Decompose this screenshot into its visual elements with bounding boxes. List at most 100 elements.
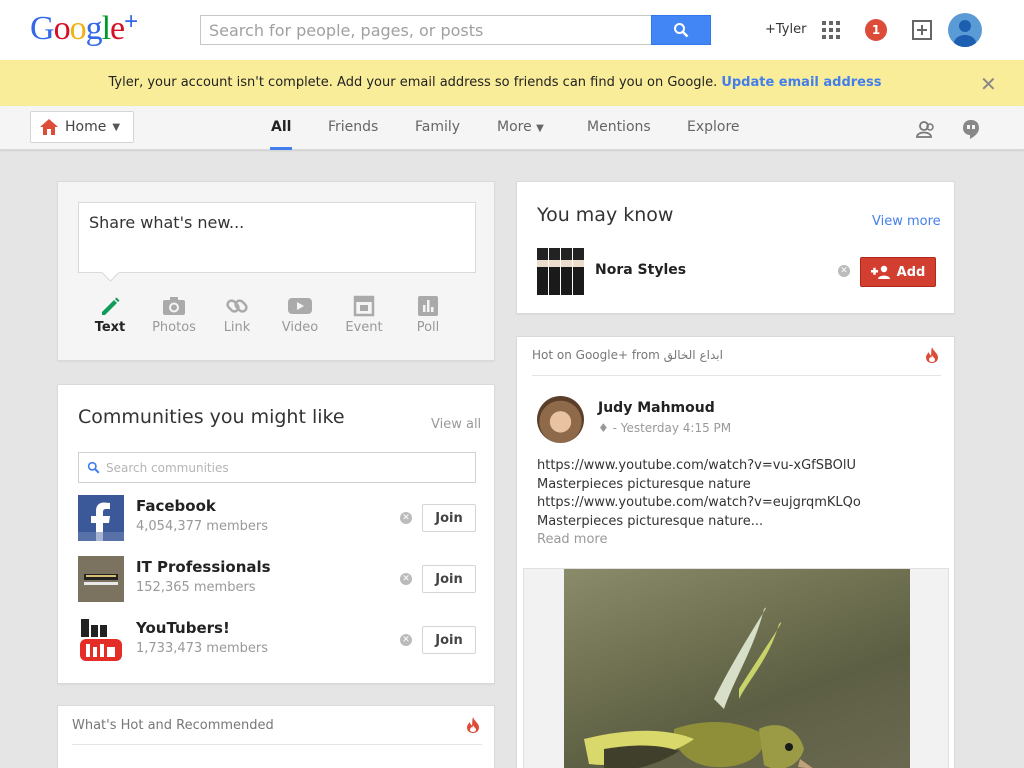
hot-post-card: Hot on Google+ from ابداع الخالق Judy Ma… — [516, 336, 955, 768]
dismiss-icon[interactable]: ✕ — [400, 512, 412, 524]
share-video-label: Video — [281, 320, 319, 335]
community-name[interactable]: IT Professionals — [136, 558, 271, 576]
read-more-link[interactable]: Read more — [537, 532, 607, 547]
post-text: Masterpieces picturesque nature... — [537, 513, 764, 529]
communities-card: Communities you might like View all Face… — [57, 384, 495, 684]
share-photos-label: Photos — [152, 320, 196, 335]
communities-search[interactable] — [78, 452, 476, 483]
search-button[interactable] — [651, 15, 711, 45]
add-label: Add — [896, 264, 926, 280]
close-icon[interactable]: ✕ — [980, 72, 997, 96]
tab-more-label: More — [497, 119, 532, 135]
post-media[interactable] — [523, 568, 949, 768]
share-photos-button[interactable]: Photos — [146, 292, 202, 335]
dismiss-icon[interactable]: ✕ — [400, 573, 412, 585]
people-circles-icon[interactable] — [915, 118, 937, 140]
community-members: 152,365 members — [136, 580, 256, 595]
share-poll-button[interactable]: Poll — [400, 292, 456, 335]
tab-friends[interactable]: Friends — [328, 119, 378, 135]
camera-icon — [163, 297, 185, 315]
share-text-button[interactable]: Text — [82, 292, 138, 335]
bird-photo[interactable] — [564, 569, 910, 768]
chevron-down-icon: ▼ — [536, 123, 544, 134]
community-members: 1,733,473 members — [136, 641, 268, 656]
post-body: https://www.youtube.com/watch?v=vu-xGfSB… — [537, 457, 937, 531]
add-person-icon — [870, 265, 890, 279]
search-icon — [87, 461, 100, 474]
dismiss-icon[interactable]: ✕ — [838, 265, 850, 277]
share-input[interactable]: Share what's new... — [78, 202, 476, 273]
whats-hot-card: What's Hot and Recommended — [57, 705, 495, 768]
search-icon — [674, 23, 689, 38]
share-link-button[interactable]: Link — [209, 292, 265, 335]
join-button[interactable]: Join — [422, 565, 476, 593]
account-avatar[interactable] — [948, 13, 982, 47]
google-plus-logo[interactable]: Google+ — [30, 8, 138, 48]
join-button[interactable]: Join — [422, 504, 476, 532]
community-members: 4,054,377 members — [136, 519, 268, 534]
tab-family[interactable]: Family — [415, 119, 460, 135]
share-text-label: Text — [94, 320, 126, 335]
community-name[interactable]: YouTubers! — [136, 619, 230, 637]
home-icon — [40, 119, 58, 135]
chevron-down-icon: ▼ — [112, 121, 121, 133]
post-text: Masterpieces picturesque nature — [537, 476, 751, 492]
communities-title: Communities you might like — [78, 406, 345, 428]
share-poll-label: Poll — [416, 320, 440, 335]
hot-on-label: Hot on Google+ from ابداع الخالق — [532, 348, 723, 362]
stream-nav-bar: Home ▼ All Friends Family More ▼ Mention… — [0, 106, 1024, 150]
dismiss-icon[interactable]: ✕ — [400, 634, 412, 646]
you-may-know-card: You may know View more Nora Styles ✕ Add — [516, 181, 955, 314]
it-professionals-logo[interactable] — [78, 556, 124, 602]
share-box-card: Share what's new... Text Photos Link Vid… — [57, 181, 495, 361]
poll-icon — [418, 296, 438, 316]
share-video-button[interactable]: Video — [272, 292, 328, 335]
view-more-link[interactable]: View more — [872, 214, 941, 229]
account-incomplete-banner: Tyler, your account isn't complete. Add … — [0, 60, 1024, 106]
person-name[interactable]: Nora Styles — [595, 262, 686, 278]
search-input[interactable] — [201, 16, 651, 44]
post-timestamp[interactable]: ♦ - Yesterday 4:15 PM — [598, 421, 731, 435]
share-plus-icon[interactable] — [911, 19, 933, 41]
share-link-label: Link — [223, 320, 251, 335]
search-box[interactable] — [200, 15, 652, 45]
tab-more[interactable]: More ▼ — [497, 119, 544, 135]
apps-grid-icon[interactable] — [821, 20, 841, 40]
post-author[interactable]: Judy Mahmoud — [598, 400, 715, 416]
post-link[interactable]: https://www.youtube.com/watch?v=vu-xGfSB… — [537, 457, 937, 476]
list-item: Facebook 4,054,377 members ✕ Join — [78, 495, 476, 543]
tab-all[interactable]: All — [271, 119, 291, 135]
list-item: IT Professionals 152,365 members ✕ Join — [78, 556, 476, 604]
person-photo[interactable] — [537, 248, 584, 295]
author-avatar[interactable] — [537, 396, 584, 443]
calendar-icon — [353, 295, 375, 317]
tab-explore[interactable]: Explore — [687, 119, 740, 135]
hangouts-icon[interactable] — [960, 118, 982, 140]
top-bar: Google+ +Tyler 1 — [0, 0, 1024, 60]
view-all-link[interactable]: View all — [431, 417, 481, 432]
youtube-logo[interactable] — [78, 617, 124, 663]
share-event-label: Event — [345, 320, 383, 335]
add-person-button[interactable]: Add — [860, 257, 936, 287]
banner-message: Tyler, your account isn't complete. Add … — [108, 75, 718, 90]
flame-icon — [926, 347, 938, 363]
divider — [532, 375, 941, 376]
whats-hot-title: What's Hot and Recommended — [72, 718, 274, 733]
you-may-know-title: You may know — [537, 204, 674, 226]
notification-badge[interactable]: 1 — [865, 19, 887, 41]
communities-search-input[interactable] — [106, 460, 466, 475]
video-icon — [288, 298, 312, 314]
tab-mentions[interactable]: Mentions — [587, 119, 651, 135]
post-link[interactable]: https://www.youtube.com/watch?v=eujgrqmK… — [537, 494, 937, 513]
divider — [72, 744, 482, 745]
home-menu-button[interactable]: Home ▼ — [30, 111, 134, 143]
active-tab-indicator — [270, 147, 292, 150]
join-button[interactable]: Join — [422, 626, 476, 654]
list-item: YouTubers! 1,733,473 members ✕ Join — [78, 617, 476, 665]
flame-icon — [467, 717, 479, 733]
community-name[interactable]: Facebook — [136, 497, 216, 515]
facebook-logo[interactable] — [78, 495, 124, 541]
profile-link[interactable]: +Tyler — [765, 22, 806, 37]
share-event-button[interactable]: Event — [336, 292, 392, 335]
update-email-link[interactable]: Update email address — [721, 75, 881, 90]
